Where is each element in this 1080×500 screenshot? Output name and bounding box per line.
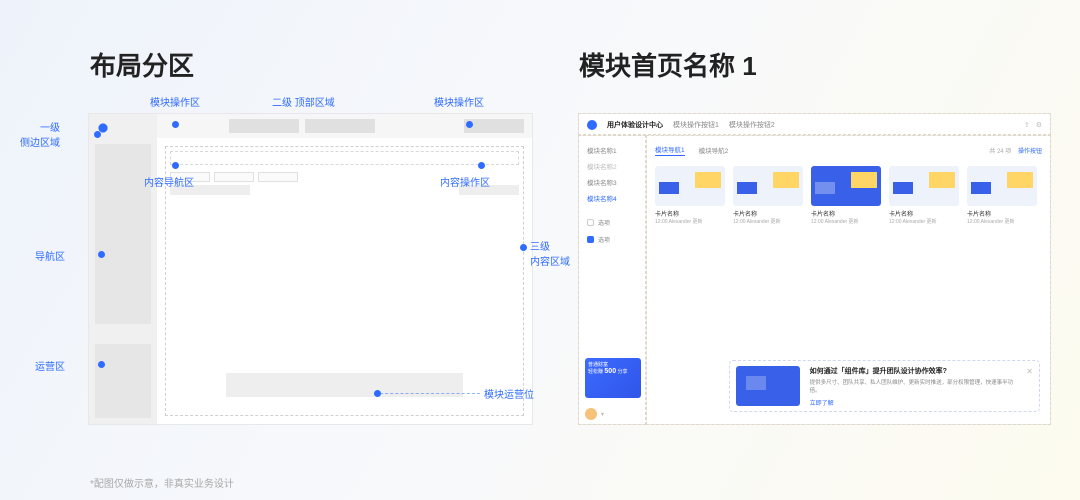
dash-line: [380, 393, 480, 394]
wireframe-top-seg: [229, 119, 299, 133]
wireframe-topbar: [157, 114, 532, 138]
wireframe-panel: [88, 113, 533, 425]
region-outline-side: [578, 135, 646, 425]
label-content-nav: 内容导航区: [144, 174, 194, 189]
wireframe-promo-block: [95, 344, 151, 418]
label-module-promo: 模块运营位: [484, 386, 534, 401]
region-outline-top: [578, 113, 1051, 135]
dot-marker: [172, 121, 179, 128]
region-outline-content: [646, 135, 1051, 425]
wireframe-nav-block: [95, 144, 151, 324]
dot-marker: [478, 162, 485, 169]
label-nav-zone: 导航区: [35, 248, 65, 263]
heading-module-home: 模块首页名称 1: [579, 46, 757, 83]
dot-marker: [94, 131, 101, 138]
label-top-level: 二级 顶部区域: [272, 94, 335, 109]
dot-marker: [172, 162, 179, 169]
dot-marker: [98, 251, 105, 258]
dot-marker: [98, 361, 105, 368]
label-content-level: 三级 内容区域: [530, 238, 570, 268]
heading-layout-partitions: 布局分区: [90, 46, 194, 83]
label-sidebar-level: 一级 侧边区域: [20, 119, 60, 149]
dot-marker: [520, 244, 527, 251]
wireframe-toolbar: [170, 151, 519, 165]
dot-marker: [466, 121, 473, 128]
wireframe-top-seg: [464, 119, 524, 133]
label-module-op-left: 模块操作区: [150, 94, 200, 109]
label-promo-zone: 运营区: [35, 358, 65, 373]
wireframe-top-seg: [305, 119, 375, 133]
wireframe-sidebar: [89, 114, 157, 424]
label-content-op: 内容操作区: [440, 174, 490, 189]
label-module-op-right: 模块操作区: [434, 94, 484, 109]
footnote: *配图仅做示意，非真实业务设计: [90, 475, 234, 490]
